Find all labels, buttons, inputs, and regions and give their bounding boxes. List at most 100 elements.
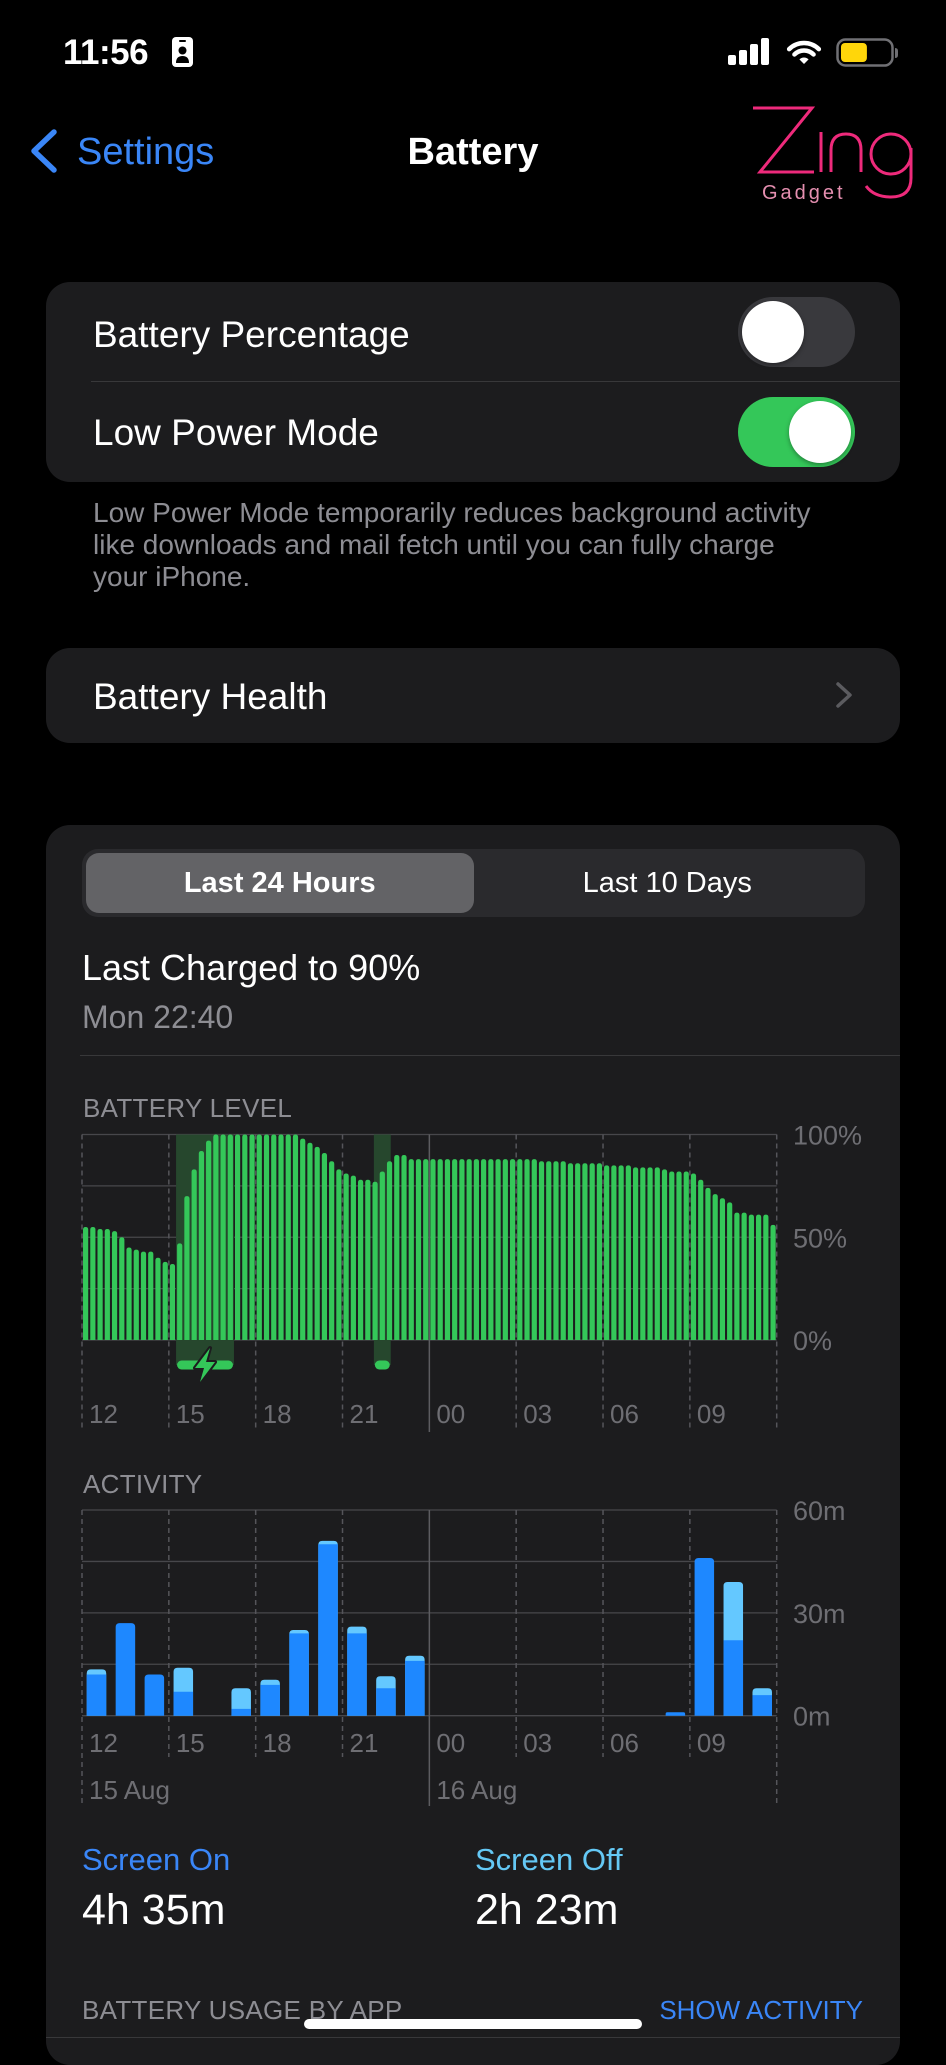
chevron-right-icon — [836, 682, 852, 708]
battery-level-bar — [719, 1198, 726, 1340]
battery-level-bar — [314, 1146, 320, 1340]
battery-level-bar — [177, 1243, 183, 1340]
low-power-mode-toggle[interactable] — [738, 397, 855, 467]
battery-level-bar — [343, 1173, 349, 1340]
battery-level-bar — [524, 1159, 530, 1340]
battery-level-bar — [741, 1212, 747, 1340]
battery-level-bar — [430, 1159, 436, 1340]
activity-bar-screen-on — [723, 1640, 744, 1716]
battery-level-bar — [83, 1226, 89, 1340]
battery-level-bar — [596, 1163, 603, 1340]
home-indicator[interactable] — [304, 2019, 642, 2029]
logo-letter-n — [829, 132, 863, 172]
battery-level-bar — [140, 1251, 147, 1340]
logo-letter-z — [753, 106, 816, 174]
battery-level-bar — [350, 1175, 356, 1340]
activity-bar-screen-on — [86, 1674, 107, 1716]
screen-on-label: Screen On — [82, 1842, 231, 1877]
battery-level-bar — [589, 1163, 595, 1340]
battery-level-bar — [459, 1159, 465, 1340]
battery-level-bar — [104, 1229, 110, 1340]
battery-level-bar — [148, 1251, 154, 1340]
activity-x-tick-label: 18 — [263, 1728, 292, 1758]
battery-x-tick-label: 12 — [89, 1399, 118, 1429]
battery-level-bar — [379, 1171, 385, 1340]
battery-x-tick-label: 03 — [523, 1399, 552, 1429]
screen-off-value: 2h 23m — [475, 1886, 619, 1934]
battery-usage-card: Last 24 Hours Last 10 Days Last Charged … — [46, 825, 900, 2065]
battery-level-bar — [307, 1142, 313, 1340]
show-activity-button[interactable]: SHOW ACTIVITY — [659, 1994, 863, 2026]
battery-level-bar — [509, 1159, 516, 1340]
battery-level-bar — [242, 1134, 248, 1340]
battery-level-bar — [213, 1134, 219, 1340]
battery-level-bar — [727, 1202, 733, 1340]
battery-y-tick-label: 100% — [793, 1121, 862, 1151]
battery-percentage-toggle[interactable] — [738, 297, 855, 367]
activity-bar-screen-on — [173, 1691, 194, 1716]
battery-level-bar — [734, 1212, 740, 1340]
battery-x-tick-label: 00 — [436, 1399, 465, 1429]
battery-fill — [841, 43, 867, 62]
settings-toggles-card: Battery Percentage Low Power Mode — [46, 282, 900, 482]
battery-level-bar — [336, 1169, 342, 1340]
activity-bar-screen-on — [665, 1712, 686, 1716]
battery-level-bar — [437, 1159, 443, 1340]
battery-level-bar — [401, 1155, 407, 1340]
battery-level-bar — [423, 1159, 429, 1340]
battery-level-bar — [553, 1161, 559, 1340]
battery-level-bar — [683, 1171, 689, 1340]
wifi-icon — [786, 40, 822, 64]
low-power-mode-footer: Low Power Mode temporarily reduces backg… — [93, 497, 811, 592]
last-charged-title: Last Charged to 90% — [82, 947, 421, 988]
battery-level-bar — [220, 1134, 226, 1340]
toggle-knob — [789, 401, 851, 463]
status-time: 11:56 — [63, 33, 149, 72]
battery-level-bar — [358, 1179, 364, 1340]
battery-level-bar — [712, 1194, 718, 1340]
toggle-knob — [742, 301, 804, 363]
cellular-signal-icon — [728, 38, 769, 65]
activity-grid — [81, 1509, 778, 1806]
logo-subtitle: Gadget — [762, 182, 846, 204]
battery-level-bar — [640, 1167, 646, 1340]
list-divider — [46, 2037, 900, 2038]
battery-level-bar — [517, 1159, 523, 1340]
battery-level-bar — [748, 1214, 754, 1340]
activity-x-tick-label: 06 — [610, 1728, 639, 1758]
activity-date-label: 15 Aug — [89, 1775, 170, 1805]
battery-health-label: Battery Health — [93, 676, 328, 717]
battery-level-bar — [155, 1257, 161, 1340]
battery-level-bar — [184, 1196, 190, 1340]
battery-level-bar — [415, 1159, 422, 1340]
section-divider — [80, 1055, 900, 1056]
last-charged-time: Mon 22:40 — [82, 999, 234, 1035]
tab-last-24-hours[interactable]: Last 24 Hours — [86, 853, 474, 913]
battery-level-bar — [119, 1237, 125, 1340]
battery-level-bar — [488, 1159, 494, 1340]
range-segmented-control: Last 24 Hours Last 10 Days — [82, 849, 865, 917]
battery-level-bar — [234, 1134, 241, 1340]
battery-level-bar — [206, 1140, 212, 1340]
battery-level-bar — [97, 1229, 103, 1340]
battery-level-bar — [611, 1165, 617, 1340]
screen-on-value: 4h 35m — [82, 1886, 226, 1934]
battery-y-tick-label: 0% — [793, 1326, 832, 1356]
activity-chart: 12 15 18 21 00 03 06 09 15 Aug 16 Aug 60m 30m 0m — [81, 1496, 846, 1806]
battery-health-row[interactable]: Battery Health — [46, 648, 900, 743]
battery-level-bar — [372, 1181, 378, 1340]
battery-level-bar — [604, 1165, 610, 1340]
activity-bar-screen-on — [260, 1684, 280, 1716]
tab-last-10-days[interactable]: Last 10 Days — [474, 853, 862, 913]
battery-x-tick-label: 09 — [697, 1399, 726, 1429]
battery-level-bar — [690, 1173, 697, 1340]
activity-bar-screen-on — [694, 1557, 715, 1716]
battery-level-bar — [560, 1161, 566, 1340]
battery-level-bar — [191, 1169, 197, 1340]
activity-y-tick-label: 60m — [793, 1496, 846, 1526]
battery-level-bar — [698, 1179, 704, 1340]
low-power-mode-label: Low Power Mode — [93, 412, 379, 453]
battery-level-bar — [321, 1152, 328, 1340]
activity-x-tick-label: 09 — [697, 1728, 726, 1758]
activity-bar-screen-on — [289, 1633, 309, 1716]
